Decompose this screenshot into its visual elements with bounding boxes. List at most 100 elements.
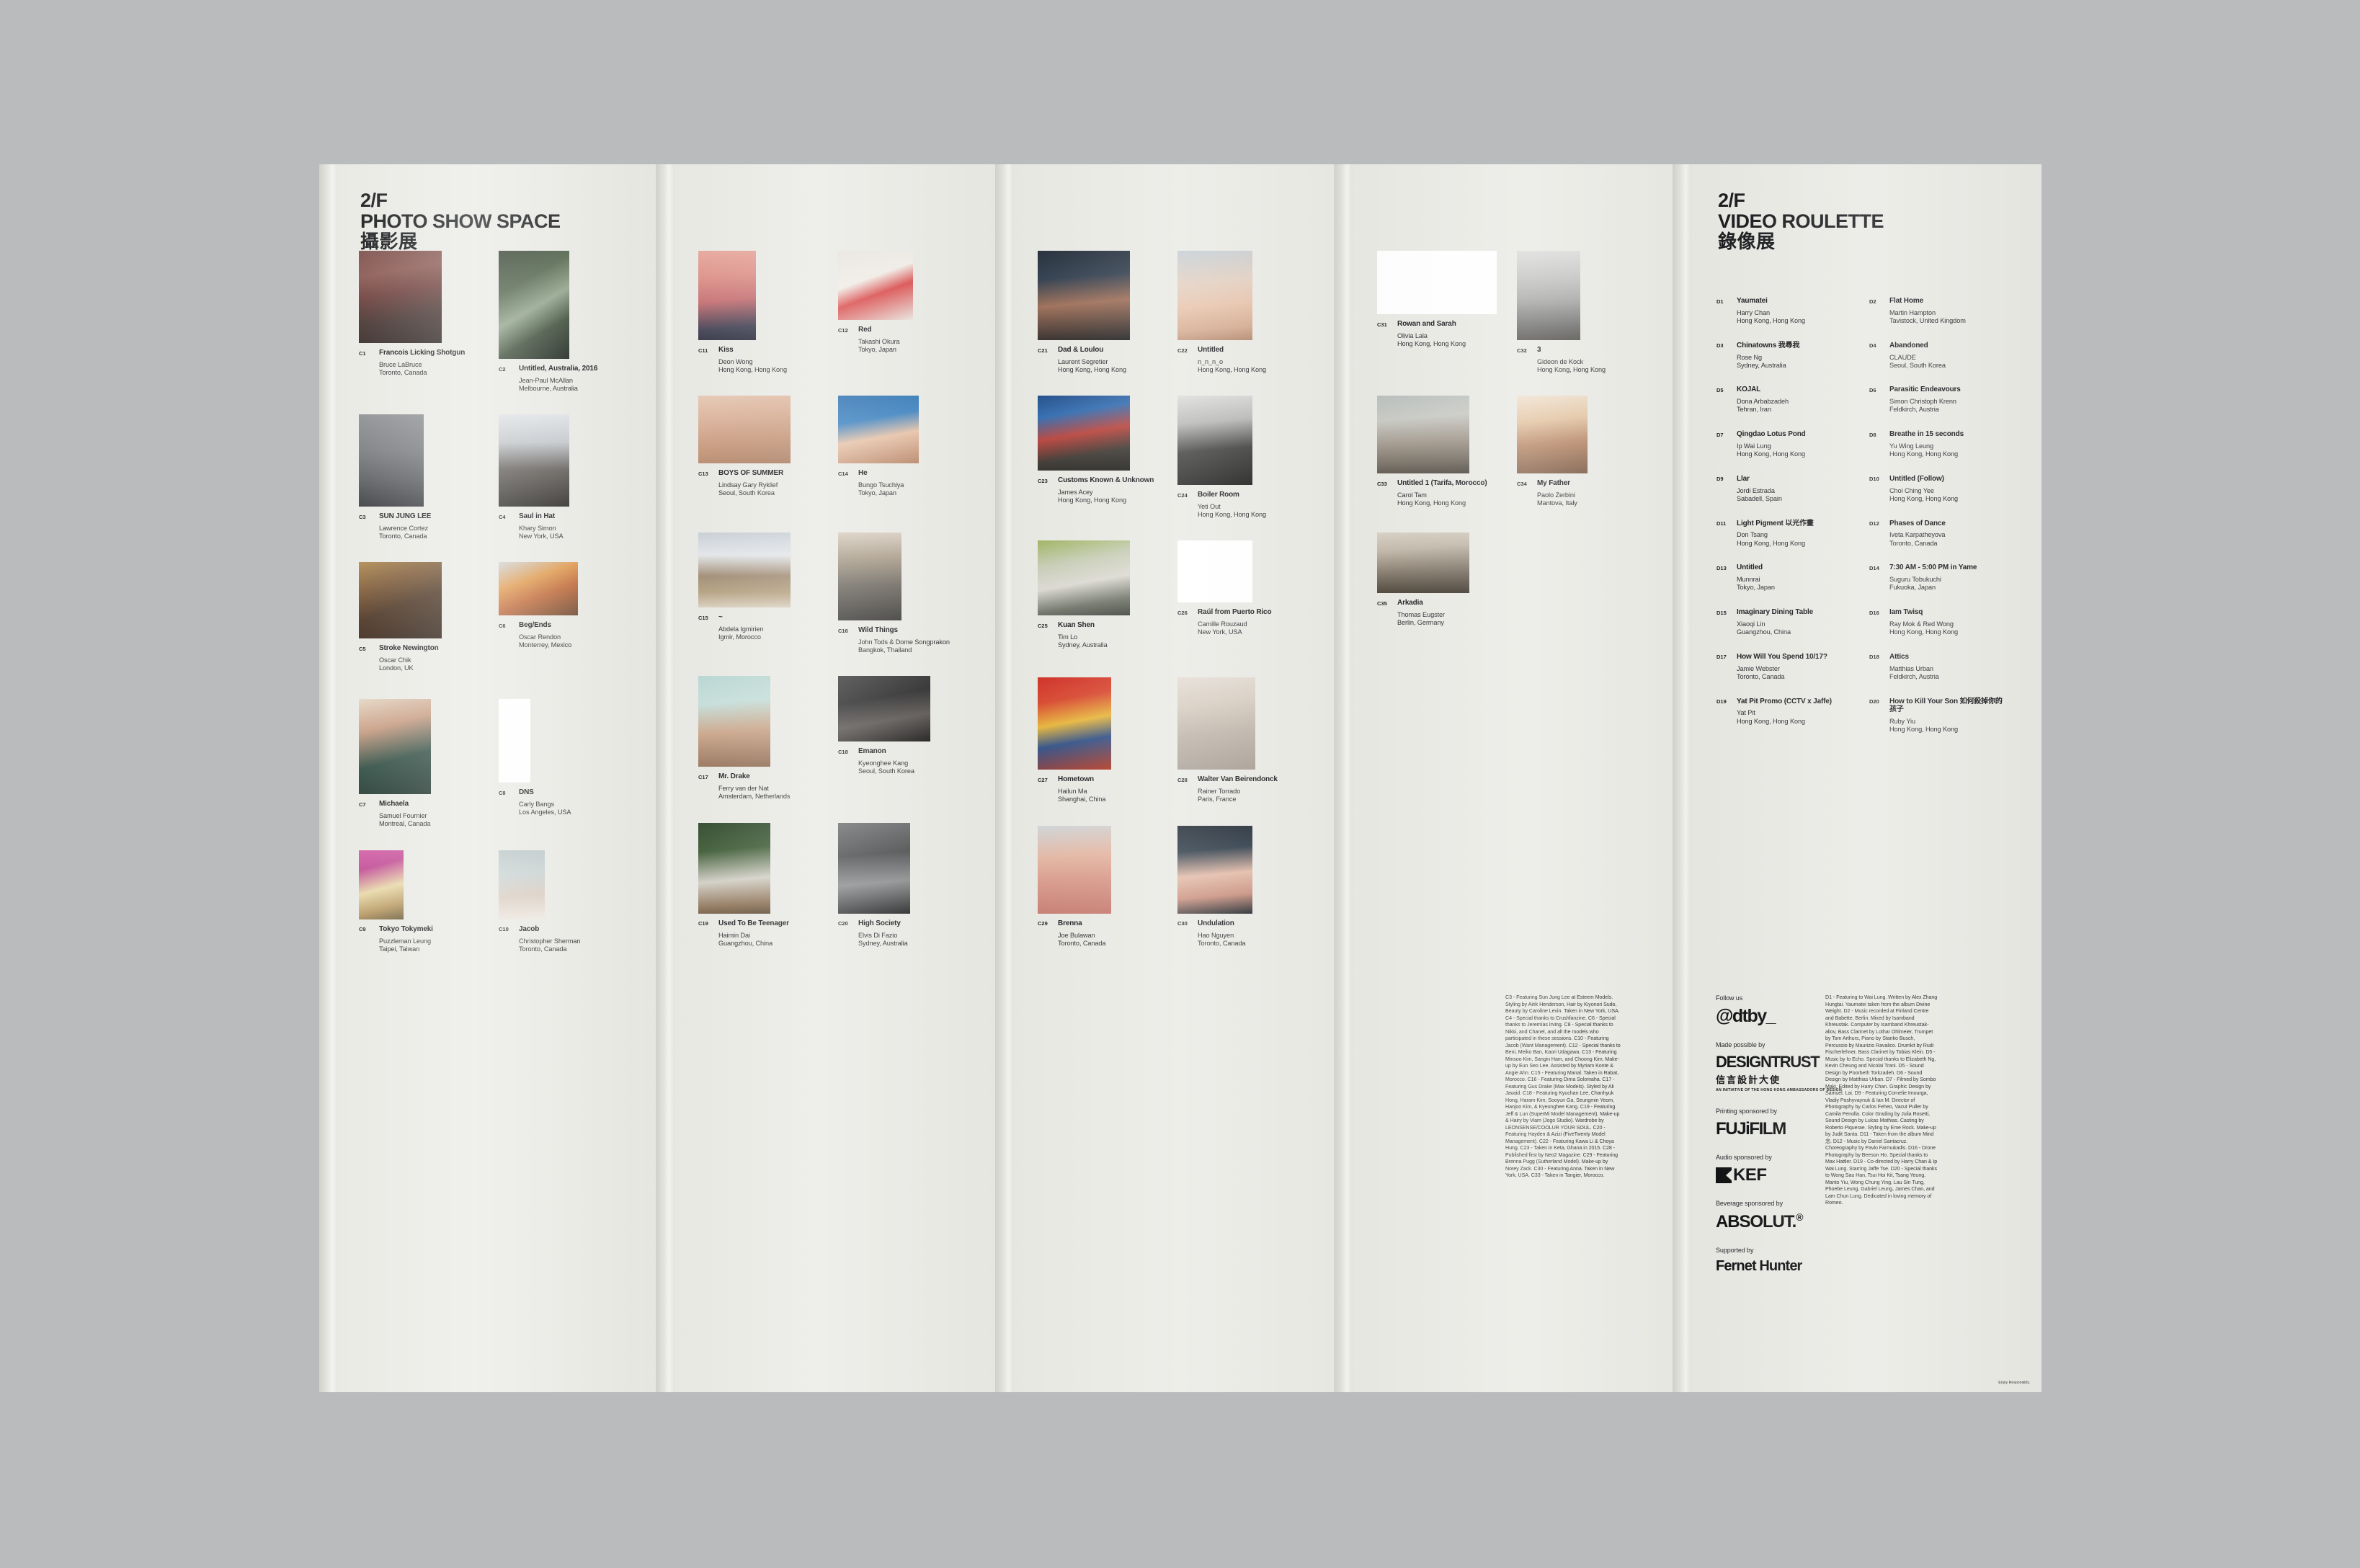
video-artist: Matthias Urban bbox=[1889, 664, 1933, 672]
video-title-text: Qingdao Lotus Pond bbox=[1737, 430, 1806, 439]
work-title: Wild Things bbox=[858, 626, 898, 635]
video-caption-body: Chinatowns 我尋我 Rose Ng Sydney, Australia bbox=[1737, 342, 1852, 370]
work-title: Untitled, Australia, 2016 bbox=[519, 365, 598, 373]
video-title-text: Abandoned bbox=[1889, 341, 1928, 349]
works-grid-3: C21 Dad & Loulou Laurent Segretier Hong Kon… bbox=[1038, 251, 1297, 969]
work-code: C24 bbox=[1177, 491, 1188, 499]
works-row: C33 Untitled 1 (Tarifa, Morocco) Carol Tam… bbox=[1377, 396, 1637, 511]
work-code: C3 bbox=[359, 513, 366, 520]
work-code: C22 bbox=[1177, 347, 1188, 354]
work-caption: C20 High Society Elvis Di Fazio Sydney, Aus… bbox=[838, 919, 958, 948]
work-artist: Abdela Igmirien bbox=[718, 625, 764, 633]
work-caption: C1 Francois Licking Shotgun Bruce LaBruce T… bbox=[359, 349, 478, 377]
video-work-item: D6 Parasitic Endeavours Simon Christoph Kr… bbox=[1869, 386, 2005, 414]
work-code: C1 bbox=[359, 349, 366, 357]
made-possible-block: Made possible by DESIGNTRUST 信言設計大使 AN I… bbox=[1716, 1041, 1860, 1093]
work-artist: Haimin Dai bbox=[718, 931, 750, 939]
work-artist: Carly Bangs bbox=[519, 801, 554, 808]
video-work-item: D4 Abandoned CLAUDE Seoul, South Korea bbox=[1869, 342, 2005, 370]
design-trust-logo-a: DESIGN bbox=[1716, 1053, 1772, 1071]
work-thumbnail bbox=[1038, 396, 1130, 471]
work-caption-body: Boiler Room Yeti Out Hong Kong, Hong Kong bbox=[1198, 491, 1297, 519]
work-caption: C15 ~ Abdela Igmirien Igmir, Morocco bbox=[698, 613, 818, 641]
beverage-sponsor-block: Beverage sponsored by ABSOLUT.® bbox=[1716, 1200, 1860, 1232]
work-code: C25 bbox=[1038, 622, 1048, 629]
works-row: C5 Stroke Newington Oscar Chik London, UK C6… bbox=[359, 562, 618, 677]
work-caption: C9 Tokyo Tokymeki Puzzleman Leung Taipei, T… bbox=[359, 925, 478, 953]
work-item: C22 Untitled n_n_n_o Hong Kong, Hong Kong bbox=[1177, 251, 1297, 374]
work-caption: C19 Used To Be Teenager Haimin Dai Guangzho… bbox=[698, 919, 818, 948]
work-image-wrap bbox=[1177, 825, 1297, 914]
work-title: Beg/Ends bbox=[519, 621, 551, 630]
work-code: C18 bbox=[838, 748, 848, 755]
work-item: C4 Saul in Hat Khary Simon New York, USA bbox=[499, 414, 618, 540]
work-item: C27 Hometown Hailun Ma Shanghai, China bbox=[1038, 677, 1157, 803]
work-item: C15 ~ Abdela Igmirien Igmir, Morocco bbox=[698, 533, 818, 641]
work-item: C26 Raúl from Puerto Rico Camille Rouzaud N… bbox=[1177, 540, 1297, 636]
video-artist: Yu Wing Leung bbox=[1889, 442, 1934, 450]
video-caption: D2 Flat Home Martin Hampton Tavistock, Unit… bbox=[1869, 297, 2005, 325]
work-caption: C35 Arkadia Thomas Eugster Berlin, Germany bbox=[1377, 599, 1497, 627]
work-place: Tokyo, Japan bbox=[858, 346, 896, 354]
work-place: Guangzhou, China bbox=[718, 939, 773, 947]
photo-floor-label: 2/F bbox=[360, 190, 388, 211]
work-place: Seoul, South Korea bbox=[858, 767, 914, 775]
work-caption: C12 Red Takashi Okura Tokyo, Japan bbox=[838, 326, 958, 354]
video-code: D5 bbox=[1716, 386, 1724, 393]
work-title: Walter Van Beirendonck bbox=[1198, 775, 1278, 784]
video-caption-body: Phases of Dance Iveta Karpatheyova Toronto… bbox=[1889, 520, 2005, 548]
work-title: Raúl from Puerto Rico bbox=[1198, 608, 1272, 617]
works-row: C13 BOYS OF SUMMER Lindsay Gary Ryklief Seo… bbox=[698, 396, 958, 511]
work-code: C15 bbox=[698, 614, 708, 621]
work-thumbnail bbox=[838, 676, 930, 742]
video-caption-body: How to Kill Your Son 如何殺掉你的孩子 Ruby Yiu Hon… bbox=[1889, 698, 2005, 734]
work-title: Rowan and Sarah bbox=[1397, 320, 1456, 328]
work-title: Used To Be Teenager bbox=[718, 919, 789, 927]
work-thumbnail bbox=[838, 533, 901, 621]
work-code: C20 bbox=[838, 920, 848, 927]
video-place: Hong Kong, Hong Kong bbox=[1737, 450, 1806, 458]
video-code: D13 bbox=[1716, 564, 1727, 571]
work-code: C9 bbox=[359, 926, 366, 933]
video-place: Seoul, South Korea bbox=[1889, 361, 1946, 369]
instagram-handle-logo[interactable]: @dtby_ bbox=[1716, 1006, 1860, 1027]
work-image-wrap bbox=[1517, 396, 1637, 474]
video-title-cjk: 錄像展 bbox=[1718, 231, 1776, 253]
work-item: C19 Used To Be Teenager Haimin Dai Guangzho… bbox=[698, 822, 818, 948]
work-caption: C32 3 Gideon de Kock Hong Kong, Hong Kong bbox=[1517, 346, 1637, 374]
video-work-item: D12 Phases of Dance Iveta Karpatheyova Toro… bbox=[1869, 520, 2005, 548]
video-title-text: Phases of Dance bbox=[1889, 519, 1946, 527]
video-artist: Ruby Yiu bbox=[1889, 718, 1915, 726]
work-caption-body: Mr. Drake Ferry van der Nat Amsterdam, Net… bbox=[718, 772, 818, 801]
video-artist: Suguru Tobukuchi bbox=[1889, 576, 1941, 584]
work-thumbnail bbox=[359, 251, 442, 343]
work-image-wrap bbox=[1517, 251, 1637, 340]
video-work-item: D2 Flat Home Martin Hampton Tavistock, Unit… bbox=[1869, 297, 2005, 325]
works-grid-1: C1 Francois Licking Shotgun Bruce LaBruce T… bbox=[359, 251, 618, 987]
video-artist: Rose Ng bbox=[1737, 353, 1763, 361]
video-work-item: D20 How to Kill Your Son 如何殺掉你的孩子 Ruby Yiu… bbox=[1869, 698, 2005, 734]
work-thumbnail bbox=[698, 676, 770, 767]
video-works-row: D11 Light Pigment 以光作畫 Don Tsang Hong Kong,… bbox=[1716, 520, 2005, 548]
video-work-item: D5 KOJAL Dona Arbabzadeh Tehran, Iran bbox=[1716, 386, 1852, 414]
work-thumbnail bbox=[1517, 396, 1588, 474]
panel-photo-2: C11 Kiss Deon Wong Hong Kong, Hong Kong C12 R… bbox=[659, 164, 998, 1392]
video-work-item: D10 Untitled (Follow) Choi Ching Yee Hong K… bbox=[1869, 475, 2005, 503]
work-place: Bangkok, Thailand bbox=[858, 646, 912, 654]
work-item: C12 Red Takashi Okura Tokyo, Japan bbox=[838, 251, 958, 354]
work-artist: Oscar Rendon bbox=[519, 633, 561, 641]
video-work-item: D11 Light Pigment 以光作畫 Don Tsang Hong Kong,… bbox=[1716, 520, 1852, 548]
work-caption: C29 Brenna Joe Bulawan Toronto, Canada bbox=[1038, 919, 1157, 948]
work-title: Dad & Loulou bbox=[1058, 346, 1104, 354]
work-artist: Hailun Ma bbox=[1058, 788, 1087, 796]
video-place: Hong Kong, Hong Kong bbox=[1889, 726, 1959, 734]
video-caption-body: Untitled Munnrai Tokyo, Japan bbox=[1737, 564, 1852, 592]
work-caption-body: 3 Gideon de Kock Hong Kong, Hong Kong bbox=[1537, 346, 1637, 374]
video-code: D20 bbox=[1869, 698, 1879, 705]
video-code: D4 bbox=[1869, 342, 1876, 349]
fernet-hunter-logo: Fernet Hunter bbox=[1716, 1258, 1802, 1275]
work-caption: C31 Rowan and Sarah Olivia Lala Hong Kong, … bbox=[1377, 320, 1497, 348]
work-code: C6 bbox=[499, 622, 506, 629]
work-thumbnail bbox=[1377, 251, 1497, 314]
video-title-text: Yaumatei bbox=[1737, 297, 1768, 305]
